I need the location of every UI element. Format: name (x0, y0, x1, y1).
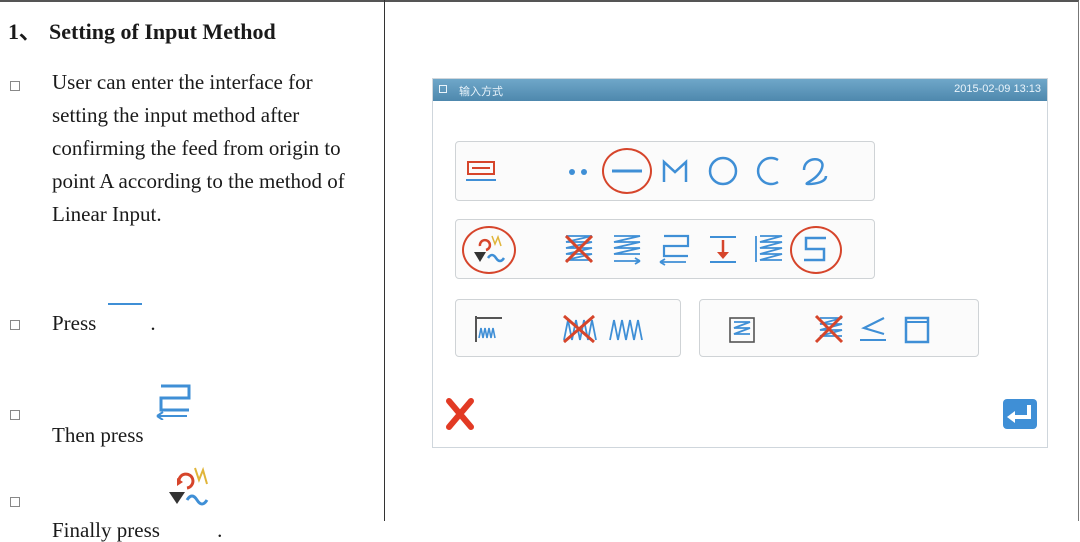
press-label: Press (52, 311, 97, 335)
tri-icon[interactable] (854, 312, 892, 346)
heading-title: Setting of Input Method (49, 19, 276, 44)
press-end: . (150, 311, 156, 335)
bullet-box (10, 320, 20, 330)
bullet-box (10, 81, 20, 91)
stitch-down-icon[interactable] (704, 232, 742, 266)
screen-datetime: 2015-02-09 13:13 (954, 83, 1041, 95)
zigzag-left-icon[interactable] (750, 232, 788, 266)
step-finally: Finally press . (52, 462, 222, 542)
highlight-circle (790, 226, 842, 274)
circle-icon[interactable] (704, 154, 742, 188)
input-method-icon (165, 462, 217, 518)
feed-point-icon[interactable] (462, 154, 500, 188)
cross-left-icon[interactable] (810, 312, 848, 346)
zigzag-cross-icon[interactable] (560, 232, 598, 266)
heading-number: 1、 (8, 19, 42, 44)
bullet-box (10, 497, 20, 507)
back-forth-icon[interactable] (656, 232, 694, 266)
intro-paragraph: User can enter the interface for setting… (52, 70, 345, 226)
screen-titlebar: 输入方式 2015-02-09 13:13 (433, 79, 1047, 101)
column-divider (384, 0, 385, 521)
zigzag-right-icon[interactable] (608, 232, 646, 266)
highlight-circle (602, 148, 652, 194)
polyline-icon[interactable] (656, 154, 694, 188)
arc-icon[interactable] (750, 154, 788, 188)
curve-icon[interactable] (796, 154, 834, 188)
finally-label: Finally press (52, 518, 160, 542)
method-group (455, 219, 875, 279)
square-icon[interactable] (898, 312, 936, 346)
dots-icon[interactable] (560, 154, 598, 188)
zigzag-icon[interactable] (606, 312, 644, 346)
comb-icon[interactable] (470, 312, 508, 346)
close-icon[interactable] (441, 397, 479, 431)
finally-end: . (217, 518, 223, 542)
line-icon (108, 303, 143, 305)
instructions-column: 1、 Setting of Input Method User can enter… (0, 0, 384, 542)
then-label: Then press (52, 423, 144, 447)
zigzag-x-icon[interactable] (560, 312, 598, 346)
window-icon (439, 85, 447, 93)
highlight-circle (462, 226, 516, 274)
screen-title: 输入方式 (459, 86, 503, 98)
stitch-group (455, 299, 681, 357)
step-then: Then press (52, 380, 195, 447)
input-method-screen: 输入方式 2015-02-09 13:13 (432, 78, 1048, 448)
shape-group (455, 141, 875, 201)
step-press: Press. (52, 303, 156, 336)
zigzag-box-icon[interactable] (722, 312, 760, 346)
bullet-box (10, 410, 20, 420)
back-forth-icon (153, 380, 195, 426)
enter-icon[interactable] (1001, 397, 1039, 431)
pattern-group (699, 299, 979, 357)
section-heading: 1、 Setting of Input Method (8, 14, 276, 46)
